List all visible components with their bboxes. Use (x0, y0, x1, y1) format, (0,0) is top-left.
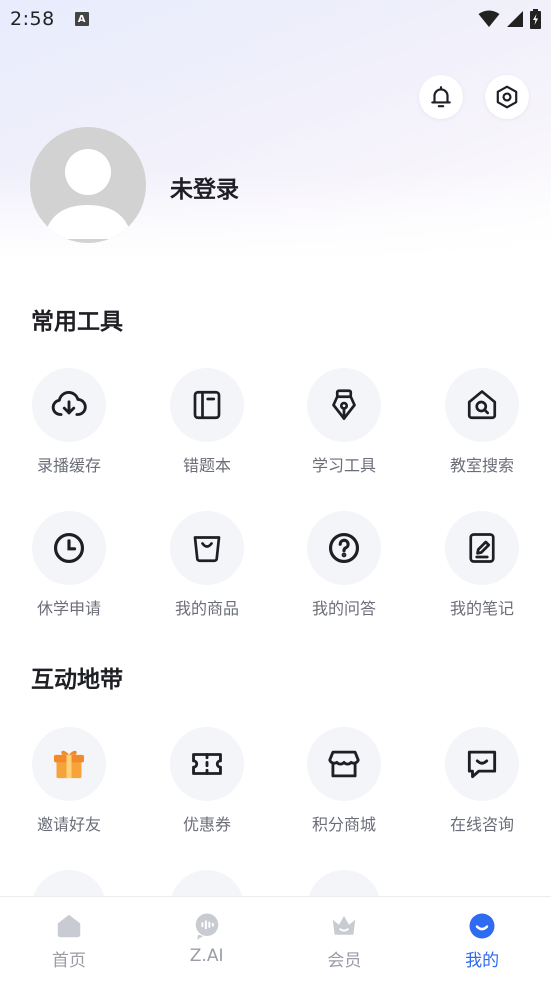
tool-my-products[interactable]: 我的商品 (147, 511, 267, 619)
section-title-interaction: 互动地带 (31, 667, 123, 693)
tool-coupons[interactable]: 优惠券 (147, 727, 267, 835)
smile-icon (469, 913, 495, 939)
status-bar: 2:58 A (0, 0, 551, 38)
section-title-common-tools: 常用工具 (31, 309, 123, 335)
default-avatar-icon (44, 149, 132, 239)
tool-my-notes[interactable]: 我的笔记 (422, 511, 542, 619)
tool-online-consult[interactable]: 在线咨询 (422, 727, 542, 835)
crown-icon (333, 916, 356, 935)
note-edit-icon (469, 533, 495, 563)
tool-label: 在线咨询 (449, 815, 514, 834)
notification-a-icon: A (74, 12, 89, 26)
question-icon (328, 532, 360, 564)
tool-recording-cache[interactable]: 录播缓存 (9, 368, 129, 476)
tab-label: 我的 (465, 951, 500, 971)
tab-membership[interactable]: 会员 (276, 897, 414, 981)
tool-invite-friends[interactable]: 邀请好友 (9, 727, 129, 835)
cloud-download-icon (51, 391, 87, 416)
clock-icon (53, 532, 85, 564)
tool-icon-wrap (445, 368, 519, 442)
shopping-bag-icon (193, 536, 221, 563)
tool-icon-wrap (307, 727, 381, 801)
store-icon (328, 750, 360, 778)
settings-hexagon-icon (496, 85, 518, 109)
tool-label: 优惠券 (182, 815, 231, 834)
tool-icon-wrap (170, 368, 244, 442)
bottom-tab-bar: 首页 Z.AI 会员 我的 (0, 896, 551, 981)
tool-label: 邀请好友 (36, 815, 101, 834)
chat-icon (467, 750, 497, 779)
tool-icon-wrap (445, 727, 519, 801)
battery-icon (530, 9, 541, 29)
tool-classroom-search[interactable]: 教室搜索 (422, 368, 542, 476)
tool-label: 录播缓存 (36, 456, 101, 475)
notebook-icon (193, 390, 221, 420)
tab-label: 会员 (327, 951, 362, 971)
tool-icon-wrap (32, 727, 106, 801)
tool-icon-wrap (170, 511, 244, 585)
tool-label: 错题本 (182, 456, 231, 475)
top-actions (419, 75, 529, 119)
home-icon (57, 914, 81, 938)
tool-label: 我的商品 (174, 599, 239, 618)
tool-my-qa[interactable]: 我的问答 (284, 511, 404, 619)
tab-mine[interactable]: 我的 (413, 897, 551, 981)
tool-icon-wrap (32, 368, 106, 442)
tool-icon-wrap (32, 511, 106, 585)
status-time: 2:58 (10, 8, 55, 30)
wifi-icon (478, 10, 500, 27)
tool-leave-application[interactable]: 休学申请 (9, 511, 129, 619)
avatar[interactable] (30, 127, 146, 243)
tool-mistake-book[interactable]: 错题本 (147, 368, 267, 476)
tool-label: 学习工具 (311, 456, 376, 475)
settings-button[interactable] (485, 75, 529, 119)
tab-label: Z.AI (189, 946, 224, 966)
tab-home[interactable]: 首页 (0, 897, 138, 981)
tool-label: 积分商城 (311, 815, 376, 834)
notification-button[interactable] (419, 75, 463, 119)
tab-zai[interactable]: Z.AI (138, 897, 276, 981)
signal-icon (507, 11, 523, 27)
tool-label: 休学申请 (36, 599, 101, 618)
bell-icon (431, 86, 451, 108)
login-status[interactable]: 未登录 (170, 170, 239, 204)
ai-voice-icon (195, 913, 218, 940)
tool-study-tools[interactable]: 学习工具 (284, 368, 404, 476)
tool-points-mall[interactable]: 积分商城 (284, 727, 404, 835)
gift-icon (54, 750, 84, 779)
tool-label: 我的问答 (311, 599, 376, 618)
tool-icon-wrap (445, 511, 519, 585)
tool-icon-wrap (307, 511, 381, 585)
ticket-icon (192, 753, 222, 775)
tool-label: 教室搜索 (449, 456, 514, 475)
tool-icon-wrap (170, 727, 244, 801)
tool-label: 我的笔记 (449, 599, 514, 618)
tool-icon-wrap (307, 368, 381, 442)
pen-nib-icon (332, 389, 356, 420)
house-search-icon (467, 390, 497, 420)
tab-label: 首页 (51, 951, 86, 971)
